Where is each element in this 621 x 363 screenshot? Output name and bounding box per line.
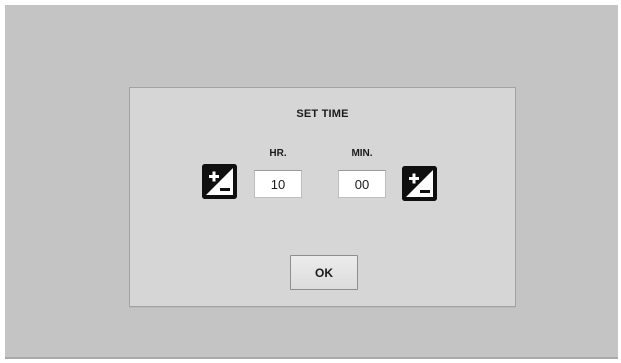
minute-plus-minus-icon[interactable] [402, 166, 437, 201]
set-time-dialog: SET TIME HR. MIN. OK [129, 87, 516, 307]
ok-button[interactable]: OK [290, 255, 358, 290]
minute-label: MIN. [351, 148, 373, 159]
dialog-title: SET TIME [296, 108, 349, 120]
screen: SET TIME HR. MIN. OK [0, 0, 621, 363]
minute-input[interactable] [338, 170, 386, 198]
hour-label: HR. [269, 148, 287, 159]
hour-input[interactable] [254, 170, 302, 198]
hour-plus-minus-icon[interactable] [202, 164, 237, 199]
